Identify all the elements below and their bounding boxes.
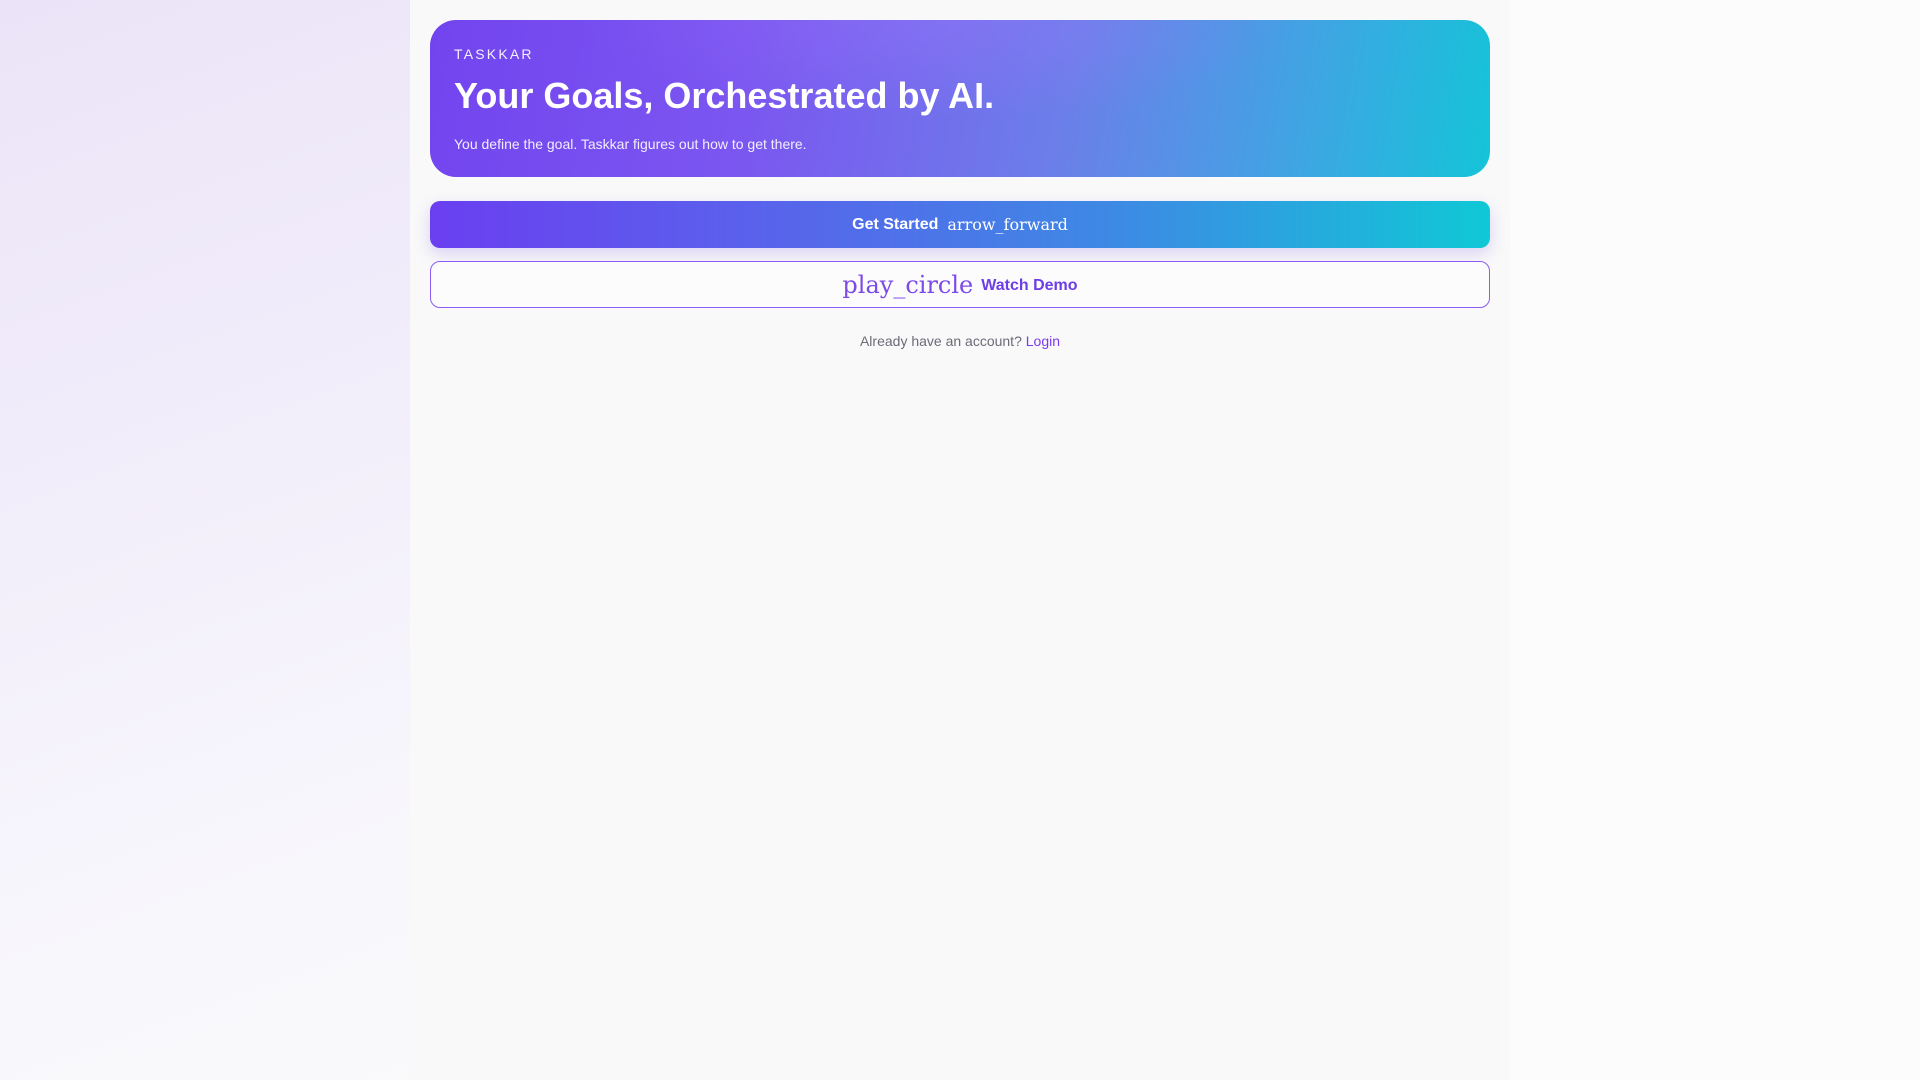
page-background-right (1510, 0, 1920, 1080)
watch-demo-label: Watch Demo (981, 276, 1078, 294)
hero-banner: TASKKAR Your Goals, Orchestrated by AI. … (430, 20, 1490, 177)
arrow-forward-icon: arrow_forward (947, 215, 1068, 234)
get-started-button[interactable]: Get Started arrow_forward (430, 201, 1490, 248)
get-started-label: Get Started (852, 215, 939, 233)
main-column: TASKKAR Your Goals, Orchestrated by AI. … (410, 0, 1510, 1080)
play-circle-icon: play_circle (842, 270, 974, 299)
login-link[interactable]: Login (1026, 333, 1060, 349)
watch-demo-button[interactable]: play_circle Watch Demo (430, 261, 1490, 308)
brand-name: TASKKAR (454, 46, 534, 62)
hero-headline: Your Goals, Orchestrated by AI. (454, 75, 995, 116)
login-prompt: Already have an account? Login (430, 333, 1490, 349)
hero-tagline: You define the goal. Taskkar figures out… (454, 136, 807, 153)
login-prompt-text: Already have an account? (859, 333, 1022, 349)
